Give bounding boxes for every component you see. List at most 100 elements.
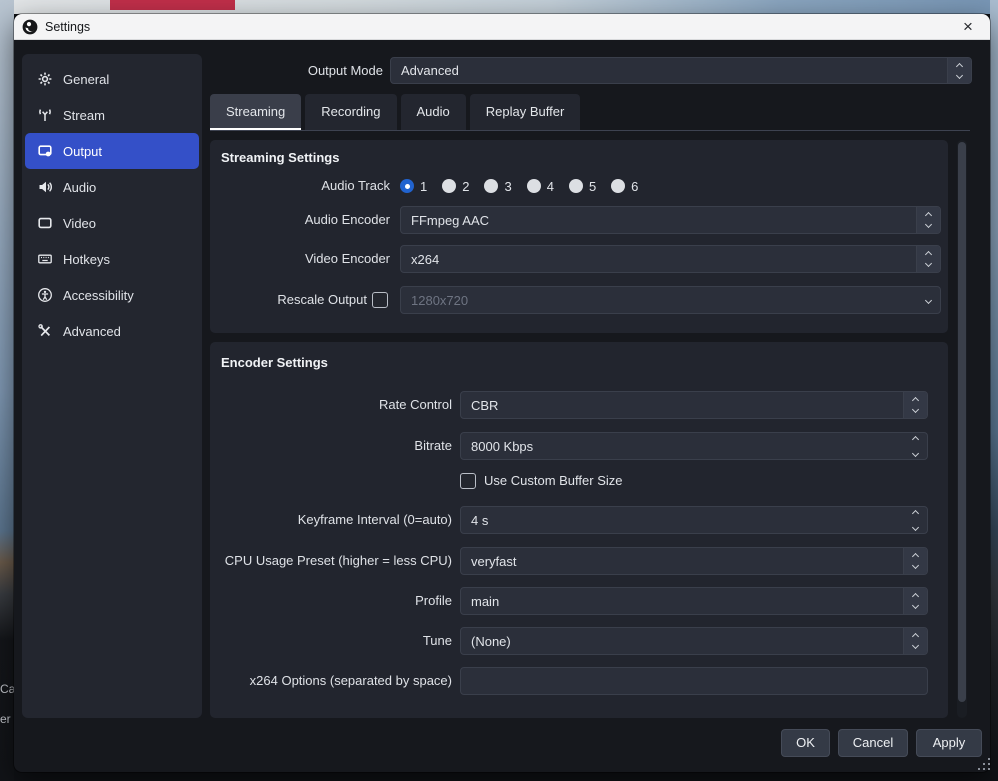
rate-control-select[interactable]: CBR xyxy=(460,391,928,419)
keyboard-icon xyxy=(37,251,53,267)
tab-audio[interactable]: Audio xyxy=(401,94,466,130)
resize-grip[interactable] xyxy=(978,758,990,770)
apply-button[interactable]: Apply xyxy=(916,729,982,757)
settings-sidebar: General Stream Output Audio xyxy=(22,54,202,718)
profile-label: Profile xyxy=(210,587,452,615)
sidebar-item-label: Audio xyxy=(63,180,96,195)
tune-value: (None) xyxy=(471,634,511,649)
radio-label: 3 xyxy=(504,179,511,194)
spinner-arrows-icon[interactable] xyxy=(903,507,927,533)
radio-label: 2 xyxy=(462,179,469,194)
background-text-fragment: er xyxy=(0,712,11,726)
radio-icon[interactable] xyxy=(484,179,498,193)
x264-options-input[interactable] xyxy=(460,667,928,695)
bitrate-value: 8000 Kbps xyxy=(471,439,533,454)
titlebar[interactable]: Settings × xyxy=(14,14,990,40)
sidebar-item-label: Hotkeys xyxy=(63,252,110,267)
audio-track-radio-group: 1 2 3 4 5 6 xyxy=(400,176,638,196)
radio-icon[interactable] xyxy=(442,179,456,193)
antenna-icon xyxy=(37,107,53,123)
sidebar-item-label: Accessibility xyxy=(63,288,134,303)
chevron-up-down-icon[interactable] xyxy=(916,207,940,233)
x264-options-label: x264 Options (separated by space) xyxy=(210,667,452,695)
radio-track-5[interactable]: 5 xyxy=(569,179,596,194)
radio-icon[interactable] xyxy=(527,179,541,193)
chevron-up-down-icon[interactable] xyxy=(903,588,927,614)
scrollbar-handle[interactable] xyxy=(958,142,966,702)
sidebar-item-stream[interactable]: Stream xyxy=(25,97,199,133)
radio-label: 1 xyxy=(420,179,427,194)
radio-track-4[interactable]: 4 xyxy=(527,179,554,194)
keyframe-interval-spinbox[interactable]: 4 s xyxy=(460,506,928,534)
obs-logo-icon xyxy=(22,19,38,35)
radio-label: 4 xyxy=(547,179,554,194)
radio-label: 6 xyxy=(631,179,638,194)
bitrate-label: Bitrate xyxy=(210,432,452,460)
spinner-arrows-icon[interactable] xyxy=(903,433,927,459)
custom-buffer-checkbox[interactable] xyxy=(460,473,476,489)
radio-selected-icon[interactable] xyxy=(400,179,414,193)
tab-streaming[interactable]: Streaming xyxy=(210,94,301,130)
radio-icon[interactable] xyxy=(569,179,583,193)
radio-track-3[interactable]: 3 xyxy=(484,179,511,194)
sidebar-item-hotkeys[interactable]: Hotkeys xyxy=(25,241,199,277)
streaming-settings-card: Streaming Settings Audio Track 1 2 3 4 5… xyxy=(210,140,948,333)
audio-encoder-value: FFmpeg AAC xyxy=(411,213,489,228)
radio-track-2[interactable]: 2 xyxy=(442,179,469,194)
sidebar-item-video[interactable]: Video xyxy=(25,205,199,241)
sidebar-item-general[interactable]: General xyxy=(25,61,199,97)
output-mode-value: Advanced xyxy=(401,63,459,78)
chevron-up-down-icon[interactable] xyxy=(903,548,927,574)
sidebar-item-label: General xyxy=(63,72,109,87)
rescale-output-checkbox[interactable] xyxy=(372,292,388,308)
section-title: Streaming Settings xyxy=(221,150,339,165)
chevron-up-down-icon[interactable] xyxy=(916,246,940,272)
encoder-settings-card: Encoder Settings Rate Control CBR Bitrat… xyxy=(210,342,948,718)
radio-track-1[interactable]: 1 xyxy=(400,179,427,194)
close-icon[interactable]: × xyxy=(954,15,982,39)
ok-button[interactable]: OK xyxy=(781,729,830,757)
bitrate-spinbox[interactable]: 8000 Kbps xyxy=(460,432,928,460)
sidebar-item-label: Stream xyxy=(63,108,105,123)
radio-track-6[interactable]: 6 xyxy=(611,179,638,194)
cpu-preset-select[interactable]: veryfast xyxy=(460,547,928,575)
rescale-resolution-value: 1280x720 xyxy=(411,293,468,308)
chevron-up-down-icon[interactable] xyxy=(903,628,927,654)
display-icon xyxy=(37,215,53,231)
desktop-red-bar xyxy=(110,0,235,10)
chevron-up-down-icon[interactable] xyxy=(947,58,971,83)
sidebar-item-output[interactable]: Output xyxy=(25,133,199,169)
chevron-up-down-icon[interactable] xyxy=(903,392,927,418)
video-encoder-label: Video Encoder xyxy=(210,245,390,273)
window-title: Settings xyxy=(45,20,90,34)
radio-icon[interactable] xyxy=(611,179,625,193)
section-title: Encoder Settings xyxy=(221,355,328,370)
sidebar-item-label: Output xyxy=(63,144,102,159)
output-mode-select[interactable]: Advanced xyxy=(390,57,972,84)
cpu-preset-value: veryfast xyxy=(471,554,517,569)
rate-control-value: CBR xyxy=(471,398,498,413)
profile-select[interactable]: main xyxy=(460,587,928,615)
sidebar-item-accessibility[interactable]: Accessibility xyxy=(25,277,199,313)
sidebar-item-advanced[interactable]: Advanced xyxy=(25,313,199,349)
audio-encoder-label: Audio Encoder xyxy=(210,206,390,234)
rescale-output-label: Rescale Output xyxy=(210,286,367,314)
tab-divider xyxy=(210,130,970,131)
cancel-button[interactable]: Cancel xyxy=(838,729,908,757)
tools-icon xyxy=(37,323,53,339)
cpu-preset-label: CPU Usage Preset (higher = less CPU) xyxy=(210,547,452,575)
radio-label: 5 xyxy=(589,179,596,194)
audio-track-label: Audio Track xyxy=(210,172,390,200)
audio-encoder-select[interactable]: FFmpeg AAC xyxy=(400,206,941,234)
tab-replay-buffer[interactable]: Replay Buffer xyxy=(470,94,581,130)
tab-recording[interactable]: Recording xyxy=(305,94,396,130)
tune-select[interactable]: (None) xyxy=(460,627,928,655)
keyframe-interval-value: 4 s xyxy=(471,513,488,528)
profile-value: main xyxy=(471,594,499,609)
chevron-down-icon xyxy=(916,287,940,313)
rescale-resolution-select: 1280x720 xyxy=(400,286,941,314)
vertical-scrollbar[interactable] xyxy=(957,140,967,718)
sidebar-item-label: Video xyxy=(63,216,96,231)
sidebar-item-audio[interactable]: Audio xyxy=(25,169,199,205)
video-encoder-select[interactable]: x264 xyxy=(400,245,941,273)
